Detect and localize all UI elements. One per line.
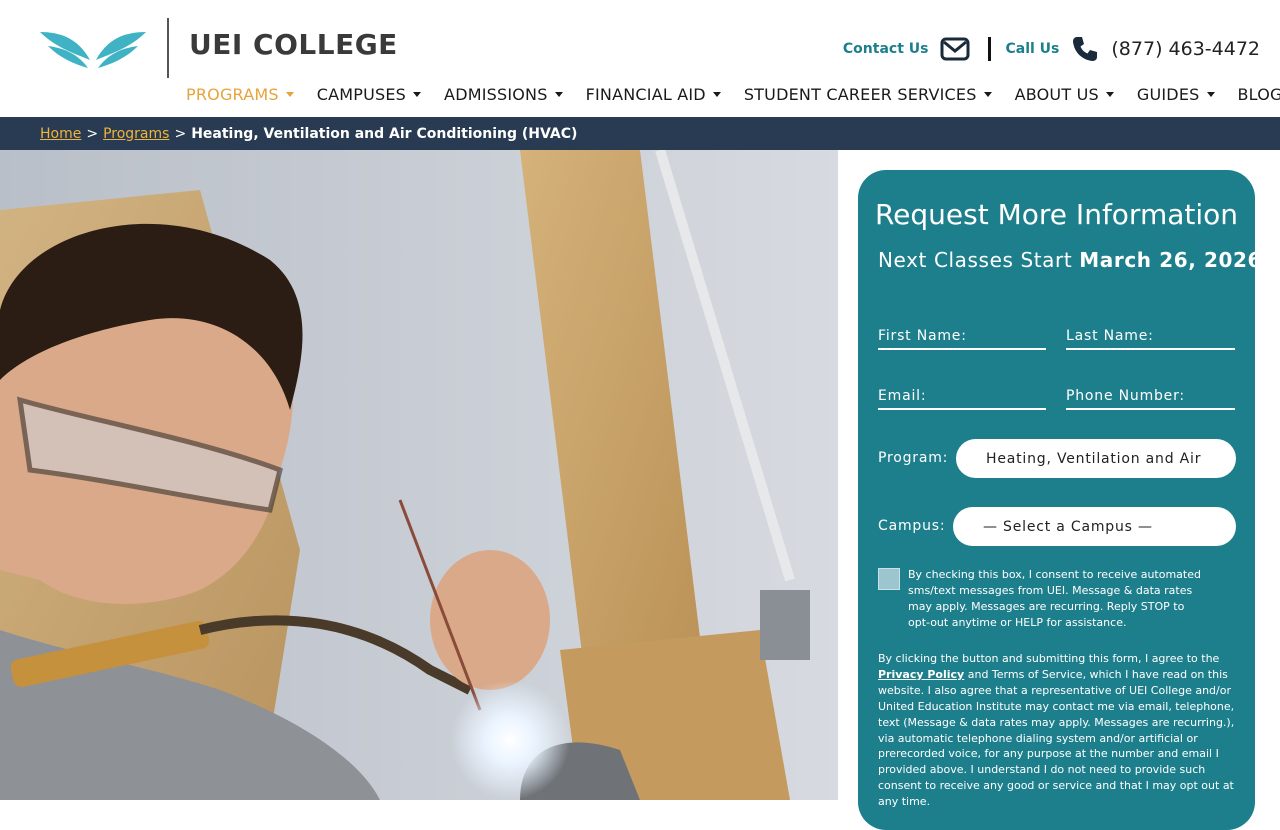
nav-student-career-services-label: STUDENT CAREER SERVICES <box>744 85 977 104</box>
uei-college-logo[interactable]: UEI COLLEGE <box>40 18 400 78</box>
envelope-icon[interactable] <box>940 37 970 61</box>
nav-financial-aid-label: FINANCIAL AID <box>586 85 706 104</box>
wings-logo-icon <box>40 30 146 70</box>
next-classes-label: Next Classes Start <box>878 248 1072 272</box>
caret-down-icon <box>1207 92 1215 97</box>
sms-consent-text: By checking this box, I consent to recei… <box>908 567 1208 631</box>
nav-blog[interactable]: BLOG <box>1238 85 1280 104</box>
first-name-field <box>878 320 1046 350</box>
caret-down-icon <box>413 92 421 97</box>
caret-down-icon <box>713 92 721 97</box>
privacy-policy-link[interactable]: Privacy Policy <box>878 668 964 681</box>
caret-down-icon <box>1106 92 1114 97</box>
nav-about-us[interactable]: ABOUT US <box>1015 85 1114 104</box>
campus-label: Campus: <box>878 518 945 534</box>
phone-number[interactable]: (877) 463-4472 <box>1111 38 1260 60</box>
legal-intro: By clicking the button and submitting th… <box>878 652 1219 665</box>
legal-rest: and Terms of Service, which I have read … <box>878 668 1234 808</box>
nav-student-career-services[interactable]: STUDENT CAREER SERVICES <box>744 85 992 104</box>
phone-field <box>1066 380 1235 410</box>
contact-us-link[interactable]: Contact Us <box>843 41 929 57</box>
nav-programs[interactable]: PROGRAMS <box>186 85 294 104</box>
nav-blog-label: BLOG <box>1238 85 1280 104</box>
contact-divider <box>988 37 991 61</box>
next-classes-text: Next Classes Start March 26, 2026¶ <box>878 248 1270 272</box>
breadcrumb-current-page: Heating, Ventilation and Air Conditionin… <box>191 126 577 142</box>
breadcrumb-programs-link[interactable]: Programs <box>103 126 169 142</box>
last-name-field <box>1066 320 1235 350</box>
request-info-form: Request More Information Next Classes St… <box>858 170 1255 830</box>
nav-programs-label: PROGRAMS <box>186 85 279 104</box>
nav-about-us-label: ABOUT US <box>1015 85 1099 104</box>
breadcrumb: Home > Programs > Heating, Ventilation a… <box>0 117 1280 150</box>
call-us-link[interactable]: Call Us <box>1005 41 1059 57</box>
contact-bar: Contact Us Call Us (877) 463-4472 <box>843 34 1260 64</box>
site-header: UEI COLLEGE Contact Us Call Us (877) 463… <box>0 0 1280 117</box>
nav-campuses[interactable]: CAMPUSES <box>317 85 421 104</box>
breadcrumb-separator: > <box>86 126 98 142</box>
breadcrumb-home-link[interactable]: Home <box>40 126 81 142</box>
caret-down-icon <box>555 92 563 97</box>
nav-guides[interactable]: GUIDES <box>1137 85 1215 104</box>
caret-down-icon <box>984 92 992 97</box>
main-nav: PROGRAMS CAMPUSES ADMISSIONS FINANCIAL A… <box>186 82 1280 106</box>
form-title: Request More Information <box>858 198 1255 231</box>
nav-campuses-label: CAMPUSES <box>317 85 406 104</box>
email-input[interactable] <box>878 380 1046 408</box>
hero-image <box>0 150 838 800</box>
sms-consent-checkbox[interactable] <box>878 568 900 590</box>
caret-down-icon <box>286 92 294 97</box>
logo-divider <box>167 18 169 78</box>
program-select[interactable]: Heating, Ventilation and Air <box>956 439 1236 478</box>
email-field <box>878 380 1046 410</box>
nav-financial-aid[interactable]: FINANCIAL AID <box>586 85 721 104</box>
first-name-input[interactable] <box>878 320 1046 348</box>
hvac-student-brazing-photo <box>0 150 838 800</box>
phone-icon[interactable] <box>1071 35 1099 63</box>
nav-guides-label: GUIDES <box>1137 85 1200 104</box>
next-classes-date: March 26, 2026 <box>1079 248 1262 272</box>
breadcrumb-separator: > <box>174 126 186 142</box>
logo-wordmark: UEI COLLEGE <box>189 28 398 61</box>
program-label: Program: <box>878 450 948 466</box>
nav-admissions-label: ADMISSIONS <box>444 85 548 104</box>
phone-input[interactable] <box>1066 380 1235 408</box>
legal-disclaimer: By clicking the button and submitting th… <box>878 651 1238 810</box>
campus-select[interactable]: — Select a Campus — <box>953 507 1236 546</box>
last-name-input[interactable] <box>1066 320 1235 348</box>
nav-admissions[interactable]: ADMISSIONS <box>444 85 563 104</box>
footnote-mark: ¶ <box>1262 249 1270 262</box>
